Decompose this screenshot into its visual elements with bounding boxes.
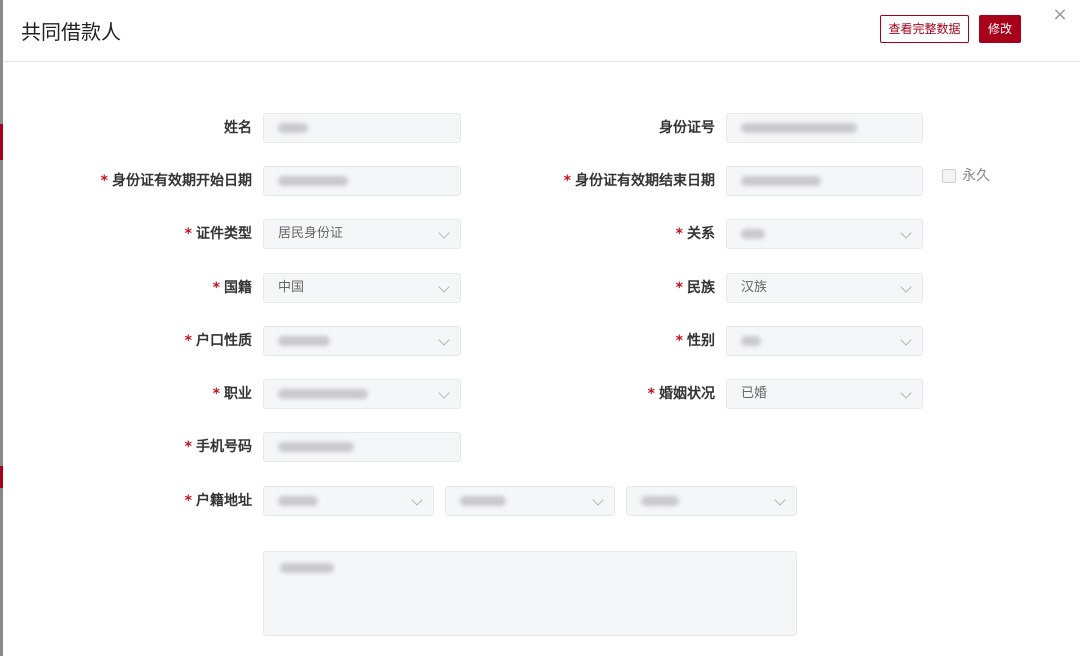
household-type-label: * 户口性质 [184,333,252,349]
masked-value [278,388,368,399]
masked-value [278,175,348,186]
masked-value [460,495,506,506]
household-type-select[interactable] [263,326,461,356]
edit-button[interactable]: 修改 [979,15,1021,43]
ethnicity-label: * 民族 [675,280,715,296]
id-end-date-field[interactable] [726,166,923,196]
masked-value [741,228,765,239]
id-number-field[interactable] [726,113,923,143]
masked-value [741,335,761,346]
chevron-down-icon [900,281,912,293]
id-start-date-field[interactable] [263,166,461,196]
chevron-down-icon [900,227,912,239]
id-end-date-label: * 身份证有效期结束日期 [563,173,715,189]
marital-status-label: * 婚姻状况 [647,386,715,402]
chevron-down-icon [592,494,604,506]
permanent-label: 永久 [962,168,990,184]
chevron-down-icon [438,387,450,399]
id-type-select[interactable]: 居民身份证 [263,219,461,249]
address-detail-textarea[interactable] [263,551,797,636]
masked-value [741,122,857,133]
chevron-down-icon [438,227,450,239]
name-field[interactable] [263,113,461,143]
backdrop-edge [0,0,3,656]
view-full-data-button[interactable]: 查看完整数据 [880,15,969,43]
chevron-down-icon [774,494,786,506]
id-number-label: 身份证号 [659,120,715,136]
masked-value [278,495,318,506]
occupation-select[interactable] [263,379,461,409]
permanent-option[interactable]: 永久 [942,167,990,185]
masked-value [278,122,308,133]
id-start-date-label: * 身份证有效期开始日期 [100,173,252,189]
address-district-select[interactable] [626,486,797,516]
marital-status-select[interactable]: 已婚 [726,379,923,409]
dialog-header: 共同借款人 查看完整数据 修改 × [3,0,1080,62]
chevron-down-icon [900,334,912,346]
dialog-title: 共同借款人 [21,20,121,44]
address-city-select[interactable] [445,486,615,516]
backdrop-accent-mark [0,466,3,488]
permanent-checkbox[interactable] [942,169,956,183]
name-label: 姓名 [224,120,252,136]
gender-select[interactable] [726,326,923,356]
relation-select[interactable] [726,219,923,249]
chevron-down-icon [411,494,423,506]
masked-value [641,495,679,506]
chevron-down-icon [438,281,450,293]
address-label: * 户籍地址 [184,493,252,509]
occupation-label: * 职业 [212,386,252,402]
masked-value [278,441,354,452]
chevron-down-icon [900,387,912,399]
nationality-label: * 国籍 [212,280,252,296]
masked-value [278,335,330,346]
backdrop-accent-mark [0,124,3,160]
masked-value [741,175,821,186]
id-type-label: * 证件类型 [184,226,252,242]
close-icon[interactable]: × [1051,6,1069,24]
gender-label: * 性别 [675,333,715,349]
ethnicity-select[interactable]: 汉族 [726,273,923,303]
masked-value [280,563,334,573]
nationality-select[interactable]: 中国 [263,273,461,303]
phone-label: * 手机号码 [184,439,252,455]
chevron-down-icon [438,334,450,346]
address-province-select[interactable] [263,486,434,516]
phone-field[interactable] [263,432,461,462]
relation-label: * 关系 [675,226,715,242]
